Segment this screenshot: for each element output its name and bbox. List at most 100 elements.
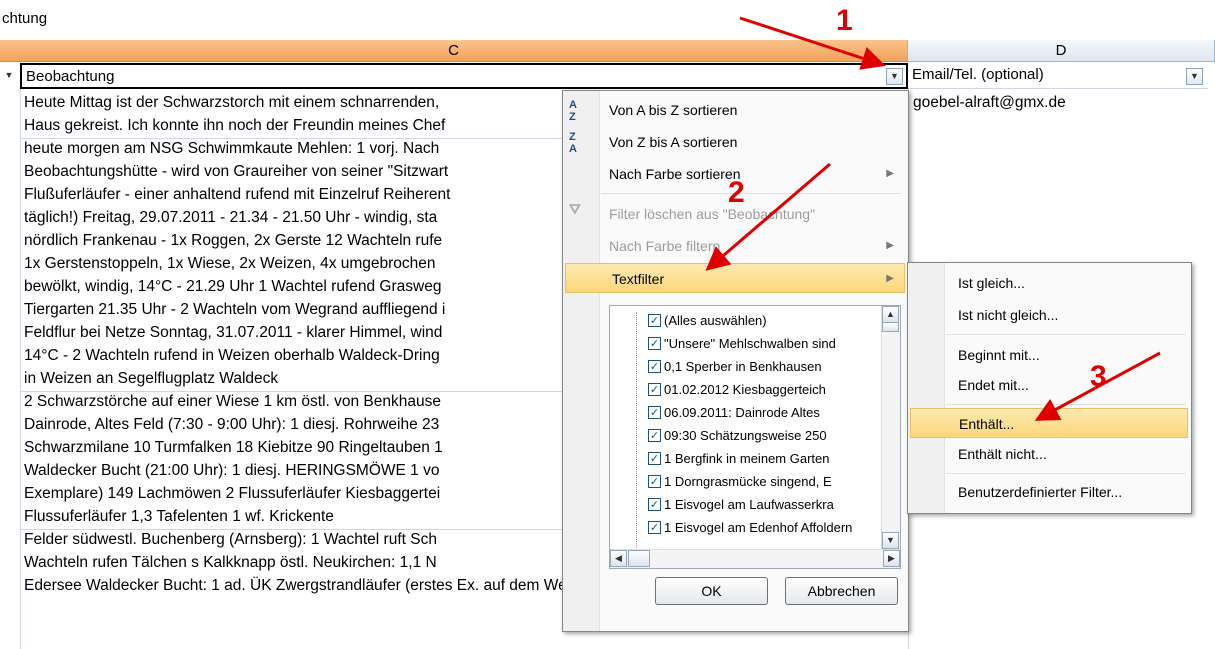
checkbox[interactable]: ✓ xyxy=(648,314,661,327)
menu-item-sort-za[interactable]: Von Z bis A sortieren xyxy=(599,127,904,157)
submenu-item-custom[interactable]: Benutzerdefinierter Filter... xyxy=(944,477,1189,507)
table-row[interactable]: täglich!) Freitag, 29.07.2011 - 21.34 - … xyxy=(24,207,437,229)
menu-item-text-filter-label: Textfilter xyxy=(612,271,665,287)
menu-item-clear-filter[interactable]: Filter löschen aus "Beobachtung" xyxy=(599,199,904,229)
submenu-item-not-contains[interactable]: Enthält nicht... xyxy=(944,439,1189,469)
list-item[interactable]: ✓ 1 Eisvogel am Edenhof Affoldern xyxy=(648,517,888,539)
list-item-label: 09:30 Schätzungsweise 250 xyxy=(664,428,827,443)
column-header-c[interactable]: C xyxy=(0,40,908,62)
partial-dropdown-icon[interactable]: ▼ xyxy=(2,68,16,85)
table-row[interactable]: 1x Gerstenstoppeln, 1x Wiese, 2x Weizen,… xyxy=(24,253,436,275)
submenu-arrow-icon: ▶ xyxy=(886,168,894,179)
header-label-c: Beobachtung xyxy=(26,68,115,85)
scroll-thumb[interactable] xyxy=(882,322,899,332)
checkbox[interactable]: ✓ xyxy=(648,475,661,488)
menu-item-filter-color[interactable]: Nach Farbe filtern ▶ xyxy=(599,231,904,261)
formula-text: chtung xyxy=(2,10,48,27)
submenu-item-contains[interactable]: Enthält... xyxy=(910,408,1188,438)
list-item[interactable]: ✓ "Unsere" Mehlschwalben sind xyxy=(648,333,888,355)
table-row[interactable]: 14°C - 2 Wachteln rufend in Weizen oberh… xyxy=(24,345,440,367)
submenu-item-equals[interactable]: Ist gleich... xyxy=(944,268,1189,298)
ok-button[interactable]: OK xyxy=(655,577,768,605)
scroll-right-icon[interactable]: ▶ xyxy=(883,550,900,567)
step-label-2: 2 xyxy=(728,176,745,209)
header-cell-beobachtung: Beobachtung xyxy=(20,63,908,89)
checkbox[interactable]: ✓ xyxy=(648,429,661,442)
column-header-d[interactable]: D xyxy=(908,40,1215,62)
table-row[interactable]: heute morgen am NSG Schwimmkaute Mehlen:… xyxy=(24,138,439,160)
table-row[interactable]: Flussuferläufer 1,3 Tafelenten 1 wf. Kri… xyxy=(24,506,334,528)
step-label-3: 3 xyxy=(1090,360,1107,393)
submenu-item-ends[interactable]: Endet mit... xyxy=(944,370,1189,400)
list-horizontal-scrollbar[interactable]: ◀ ▶ xyxy=(610,549,900,568)
list-item-label: 1 Dorngrasmücke singend, E xyxy=(664,474,832,489)
table-row[interactable]: Haus gekreist. Ich konnte ihn noch der F… xyxy=(24,115,445,137)
list-item-label: 1 Eisvogel am Laufwasserkra xyxy=(664,497,834,512)
checkbox[interactable]: ✓ xyxy=(648,498,661,511)
table-row[interactable]: bewölkt, windig, 14°C - 21.29 Uhr 1 Wach… xyxy=(24,276,441,298)
checkbox[interactable]: ✓ xyxy=(648,452,661,465)
hscroll-thumb[interactable] xyxy=(628,550,650,567)
table-row[interactable]: Felder südwestl. Buchenberg (Arnsberg): … xyxy=(24,529,437,551)
scroll-down-icon[interactable]: ▼ xyxy=(882,532,899,549)
filter-dropdown-button-d[interactable]: ▼ xyxy=(1186,68,1203,85)
menu-item-filter-color-label: Nach Farbe filtern xyxy=(609,238,721,254)
checkbox[interactable]: ✓ xyxy=(648,383,661,396)
table-row[interactable]: in Weizen an Segelflugplatz Waldeck xyxy=(24,368,278,390)
list-item-label: 1 Bergfink in meinem Garten xyxy=(664,451,830,466)
table-row[interactable]: Exemplare) 149 Lachmöwen 2 Flussuferläuf… xyxy=(24,483,440,505)
submenu-arrow-icon: ▶ xyxy=(886,240,894,251)
list-item[interactable]: ✓ 1 Bergfink in meinem Garten xyxy=(648,448,888,470)
list-item-label: 01.02.2012 Kiesbaggerteich xyxy=(664,382,826,397)
list-item[interactable]: ✓ 1 Dorngrasmücke singend, E xyxy=(648,471,888,493)
cancel-button[interactable]: Abbrechen xyxy=(785,577,898,605)
submenu-arrow-icon: ▶ xyxy=(886,273,894,284)
table-row[interactable]: Flußuferläufer - einer anhaltend rufend … xyxy=(24,184,450,206)
filter-value-list[interactable]: ✓ (Alles auswählen) ✓ "Unsere" Mehlschwalbe… xyxy=(609,305,901,569)
table-row[interactable]: Waldecker Bucht (21:00 Uhr): 1 diesj. HE… xyxy=(24,460,439,482)
list-item-label: 1 Eisvogel am Edenhof Affoldern xyxy=(664,520,853,535)
submenu-item-begins[interactable]: Beginnt mit... xyxy=(944,340,1189,370)
filter-dropdown-button-c[interactable]: ▼ xyxy=(886,68,903,85)
formula-bar[interactable]: chtung xyxy=(0,0,1215,41)
table-row[interactable]: Heute Mittag ist der Schwarzstorch mit e… xyxy=(24,92,439,114)
table-row[interactable]: Tiergarten 21.35 Uhr - 2 Wachteln vom We… xyxy=(24,299,445,321)
menu-item-sort-color-label: Nach Farbe sortieren xyxy=(609,166,741,182)
email-cell: goebel-alraft@gmx.de xyxy=(913,94,1066,111)
text-filter-submenu: Ist gleich... Ist nicht gleich... Beginn… xyxy=(907,262,1192,514)
header-label-d: Email/Tel. (optional) xyxy=(912,66,1044,83)
list-item[interactable]: ✓ 06.09.2011: Dainrode Altes xyxy=(648,402,888,424)
table-row[interactable]: Dainrode, Altes Feld (7:30 - 9:00 Uhr): … xyxy=(24,414,439,436)
list-item[interactable]: ✓ 01.02.2012 Kiesbaggerteich xyxy=(648,379,888,401)
list-item-label: 06.09.2011: Dainrode Altes xyxy=(664,405,820,420)
sort-za-icon: ZA xyxy=(569,131,577,155)
table-row[interactable]: Wachteln rufen Tälchen s Kalkknapp östl.… xyxy=(24,552,437,574)
checkbox[interactable]: ✓ xyxy=(648,360,661,373)
menu-item-sort-az[interactable]: Von A bis Z sortieren xyxy=(599,95,904,125)
list-vertical-scrollbar[interactable]: ▲ ▼ xyxy=(881,306,900,549)
table-row[interactable]: Feldflur bei Netze Sonntag, 31.07.2011 -… xyxy=(24,322,442,344)
submenu-item-not-equals[interactable]: Ist nicht gleich... xyxy=(944,300,1189,330)
list-item-label: (Alles auswählen) xyxy=(664,313,767,328)
table-row[interactable]: 2 Schwarzstörche auf einer Wiese 1 km ös… xyxy=(24,391,441,413)
list-item[interactable]: ✓ 1 Eisvogel am Laufwasserkra xyxy=(648,494,888,516)
list-item[interactable]: ✓ 0,1 Sperber in Benkhausen xyxy=(648,356,888,378)
table-row[interactable]: nördlich Frankenau - 1x Roggen, 2x Gerst… xyxy=(24,230,442,252)
scroll-left-icon[interactable]: ◀ xyxy=(610,550,627,567)
list-item[interactable]: ✓ (Alles auswählen) xyxy=(648,310,888,332)
table-row[interactable]: Schwarzmilane 10 Turmfalken 18 Kiebitze … xyxy=(24,437,443,459)
menu-item-sort-color[interactable]: Nach Farbe sortieren ▶ xyxy=(599,159,904,189)
list-item[interactable]: ✓ 09:30 Schätzungsweise 250 xyxy=(648,425,888,447)
step-label-1: 1 xyxy=(836,4,853,37)
clear-filter-icon: ⛛ xyxy=(569,201,581,217)
checkbox[interactable]: ✓ xyxy=(648,521,661,534)
checkbox[interactable]: ✓ xyxy=(648,406,661,419)
table-row[interactable]: Beobachtungshütte - wird von Graureiher … xyxy=(24,161,448,183)
checkbox[interactable]: ✓ xyxy=(648,337,661,350)
scroll-up-icon[interactable]: ▲ xyxy=(882,306,899,323)
sort-az-icon: AZ xyxy=(569,99,577,123)
list-item-label: "Unsere" Mehlschwalben sind xyxy=(664,336,836,351)
autofilter-menu: AZ Von A bis Z sortieren ZA Von Z bis A … xyxy=(562,90,909,632)
list-item-label: 0,1 Sperber in Benkhausen xyxy=(664,359,822,374)
menu-item-text-filter[interactable]: Textfilter ▶ xyxy=(565,263,905,293)
